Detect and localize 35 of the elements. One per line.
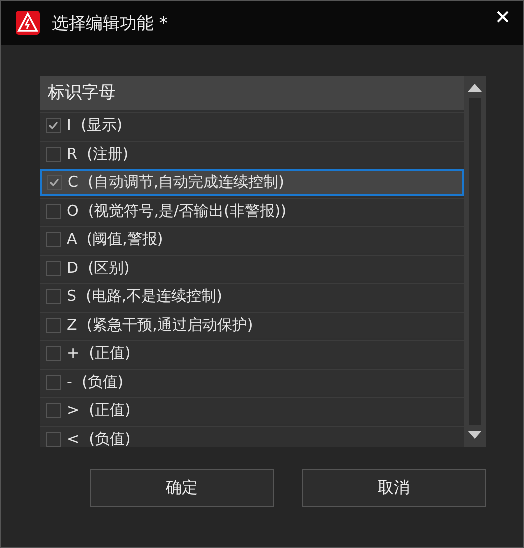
dialog-button[interactable]: 确定 — [90, 469, 274, 507]
item-label: > (正值) — [67, 401, 131, 420]
scroll-down-icon[interactable] — [468, 431, 482, 439]
checkbox[interactable] — [47, 174, 62, 190]
item-label: I (显示) — [67, 116, 123, 136]
list-item[interactable]: C (自动调节,自动完成连续控制) — [40, 169, 464, 196]
item-label: < (负值) — [67, 430, 131, 447]
window-title: 选择编辑功能 * — [52, 12, 169, 34]
dialog-button[interactable]: 取消 — [302, 469, 486, 507]
item-label: S (电路,不是连续控制) — [67, 287, 223, 306]
checkbox[interactable] — [46, 318, 61, 333]
item-label: A (阈值,警报) — [67, 230, 164, 250]
item-label: - (负值) — [67, 372, 124, 392]
warning-icon — [16, 11, 40, 35]
scroll-up-icon[interactable] — [468, 84, 482, 92]
checkbox[interactable] — [46, 232, 61, 248]
checkbox[interactable] — [46, 374, 61, 390]
list-item[interactable]: < (负值) — [40, 426, 464, 447]
checkbox[interactable] — [46, 204, 61, 219]
checkbox[interactable] — [46, 432, 61, 447]
scrollbar[interactable] — [464, 76, 486, 447]
checkbox[interactable] — [46, 289, 61, 304]
close-icon[interactable] — [497, 11, 509, 23]
item-label: R (注册) — [67, 144, 129, 164]
item-label: D (区别) — [67, 258, 130, 278]
item-label: + (正值) — [67, 344, 131, 364]
checkbox[interactable] — [46, 118, 61, 134]
checkbox[interactable] — [46, 260, 61, 276]
checkbox[interactable] — [46, 346, 61, 362]
item-label: Z (紧急干预,通过启动保护) — [67, 316, 254, 335]
list-header: 标识字母 — [40, 76, 464, 110]
checkbox[interactable] — [46, 146, 61, 162]
item-label: O (视觉符号,是/否输出(非警报)) — [67, 202, 287, 221]
checkbox[interactable] — [46, 403, 61, 418]
item-label: C (自动调节,自动完成连续控制) — [68, 172, 284, 192]
